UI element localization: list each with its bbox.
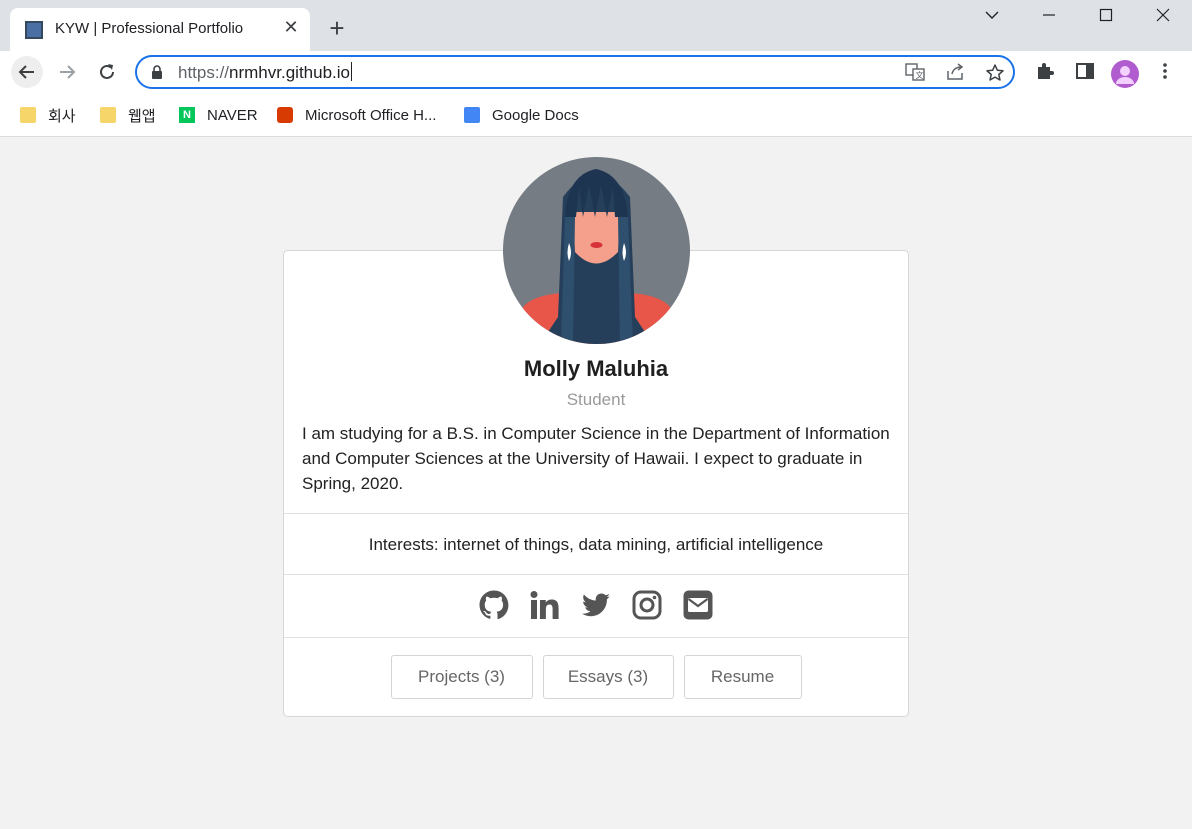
- profile-bio: I am studying for a B.S. in Computer Sci…: [302, 424, 890, 493]
- folder-icon: [100, 107, 116, 123]
- close-icon: [1156, 8, 1170, 22]
- minimize-icon: [1043, 14, 1055, 16]
- side-panel-button[interactable]: [1074, 61, 1096, 83]
- twitter-icon: [582, 593, 610, 617]
- share-button[interactable]: [945, 63, 965, 83]
- side-panel-icon: [1076, 63, 1094, 79]
- profile-portrait: [503, 157, 690, 344]
- bookmark-naver[interactable]: N NAVER: [179, 105, 258, 125]
- bookmark-label: Google Docs: [492, 106, 579, 124]
- projects-button[interactable]: Projects (3): [390, 655, 533, 699]
- new-tab-button[interactable]: +: [324, 15, 350, 42]
- bookmark-label: Microsoft Office H...: [305, 106, 437, 124]
- forward-button[interactable]: [51, 56, 83, 88]
- tab-close-button[interactable]: ✕: [280, 16, 302, 38]
- url-scheme: https://: [178, 63, 230, 82]
- linkedin-link[interactable]: [529, 589, 561, 621]
- bookmark-google-docs[interactable]: Google Docs: [464, 105, 579, 125]
- office-icon: [277, 107, 293, 123]
- profile-role: Student: [566, 390, 626, 409]
- menu-button[interactable]: [1154, 61, 1176, 83]
- resume-button[interactable]: Resume: [683, 655, 802, 699]
- github-link[interactable]: [478, 589, 510, 621]
- bookmark-label: NAVER: [207, 106, 258, 124]
- folder-icon: [20, 107, 36, 123]
- share-icon: [947, 63, 964, 80]
- url-text[interactable]: https://nrmhvr.github.io: [178, 62, 352, 83]
- reload-button[interactable]: [91, 56, 123, 88]
- tab-search-button[interactable]: [969, 4, 1015, 32]
- divider: [284, 574, 908, 575]
- social-links: [284, 589, 908, 621]
- maximize-icon: [1099, 8, 1113, 22]
- svg-text:文: 文: [916, 70, 924, 80]
- profile-name: Molly Maluhia: [523, 356, 669, 381]
- github-icon: [479, 590, 509, 620]
- essays-button[interactable]: Essays (3): [542, 655, 674, 699]
- twitter-link[interactable]: [580, 589, 612, 621]
- address-bar[interactable]: https://nrmhvr.github.io 文: [135, 55, 1015, 89]
- user-icon: [1116, 66, 1134, 84]
- instagram-link[interactable]: [631, 589, 663, 621]
- profile-interests: Interests: internet of things, data mini…: [368, 535, 824, 554]
- naver-icon: N: [179, 107, 195, 123]
- bookmarks-bar: 회사 웹앱 N NAVER Microsoft Office H... Goog…: [0, 95, 1192, 137]
- translate-icon: 文: [905, 63, 925, 81]
- text-caret: [350, 62, 352, 81]
- bookmark-label: 웹앱: [128, 107, 156, 125]
- reload-icon: [100, 64, 114, 79]
- close-window-button[interactable]: [1140, 4, 1186, 32]
- maximize-button[interactable]: [1083, 4, 1129, 32]
- star-icon: [986, 64, 1004, 81]
- bookmark-star-button[interactable]: [985, 63, 1005, 83]
- arrow-right-icon: [60, 65, 76, 79]
- email-icon: [683, 590, 713, 620]
- google-docs-icon: [464, 107, 480, 123]
- tab-title: KYW | Professional Portfolio: [55, 20, 244, 37]
- profile-avatar[interactable]: [1111, 60, 1139, 88]
- divider: [284, 637, 908, 638]
- more-vert-icon: [1163, 63, 1167, 79]
- extensions-button[interactable]: [1034, 61, 1056, 83]
- lock-icon: [152, 65, 162, 79]
- chevron-down-icon: [985, 11, 999, 19]
- url-host: nrmhvr.github.io: [229, 63, 350, 82]
- minimize-button[interactable]: [1026, 4, 1072, 32]
- divider: [284, 513, 908, 514]
- browser-toolbar: https://nrmhvr.github.io 文: [0, 51, 1192, 95]
- browser-tab[interactable]: KYW | Professional Portfolio ✕: [10, 8, 310, 51]
- back-button[interactable]: [11, 56, 43, 88]
- bookmark-webapp[interactable]: 웹앱: [100, 105, 156, 125]
- bookmark-office[interactable]: Microsoft Office H...: [277, 105, 436, 125]
- linkedin-icon: [530, 591, 559, 619]
- arrow-left-icon: [18, 65, 34, 79]
- email-link[interactable]: [682, 589, 714, 621]
- bookmark-label: 회사: [48, 107, 76, 125]
- bookmark-company[interactable]: 회사: [20, 105, 76, 125]
- action-buttons: Projects (3) Essays (3) Resume: [284, 655, 908, 699]
- tab-strip: KYW | Professional Portfolio ✕ +: [0, 0, 1192, 51]
- portrait-illustration: [503, 157, 690, 344]
- favicon-icon: [25, 21, 43, 39]
- instagram-icon: [632, 590, 662, 620]
- puzzle-icon: [1038, 63, 1054, 79]
- translate-button[interactable]: 文: [905, 63, 925, 83]
